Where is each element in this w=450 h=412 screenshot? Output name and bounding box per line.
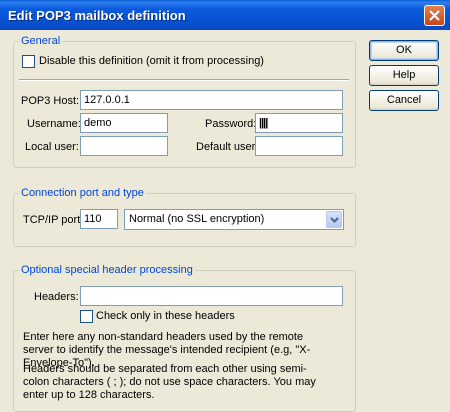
pop3-host-input[interactable]: 127.0.0.1: [80, 90, 343, 110]
connection-type-select[interactable]: Normal (no SSL encryption): [124, 209, 344, 230]
connection-type-value: Normal (no SSL encryption): [129, 213, 265, 225]
local-user-input[interactable]: [80, 136, 168, 156]
tcp-port-label: TCP/IP port:: [23, 214, 84, 226]
default-user-label: Default user:: [196, 141, 259, 153]
password-input[interactable]: ||||: [255, 113, 343, 133]
tcp-port-input[interactable]: 110: [80, 209, 118, 229]
close-button[interactable]: [424, 5, 445, 26]
username-input[interactable]: demo: [80, 113, 168, 133]
local-user-label: Local user:: [25, 141, 79, 153]
ok-button[interactable]: OK: [369, 40, 439, 61]
title-bar[interactable]: Edit POP3 mailbox definition: [0, 0, 450, 30]
default-user-input[interactable]: [255, 136, 343, 156]
dropdown-button[interactable]: [326, 211, 342, 228]
pop3-host-label: POP3 Host:: [21, 95, 80, 107]
connection-legend: Connection port and type: [19, 187, 146, 199]
general-legend: General: [19, 35, 63, 47]
disable-checkbox[interactable]: [22, 55, 35, 68]
close-icon: [429, 10, 440, 21]
check-only-checkbox[interactable]: [80, 310, 93, 323]
headers-input[interactable]: [80, 286, 343, 306]
check-only-label[interactable]: Check only in these headers: [96, 310, 235, 322]
help-button[interactable]: Help: [369, 65, 439, 86]
disable-label[interactable]: Disable this definition (omit it from pr…: [39, 55, 264, 67]
separator: [19, 79, 349, 81]
header-processing-legend: Optional special header processing: [19, 264, 195, 276]
chevron-down-icon: [330, 217, 339, 223]
cancel-button[interactable]: Cancel: [369, 90, 439, 111]
headers-help-text-2: Headers should be separated from each ot…: [23, 363, 316, 401]
username-label: Username:: [27, 118, 81, 130]
window-title: Edit POP3 mailbox definition: [8, 8, 186, 23]
headers-label: Headers:: [34, 291, 79, 303]
password-label: Password:: [205, 118, 257, 130]
